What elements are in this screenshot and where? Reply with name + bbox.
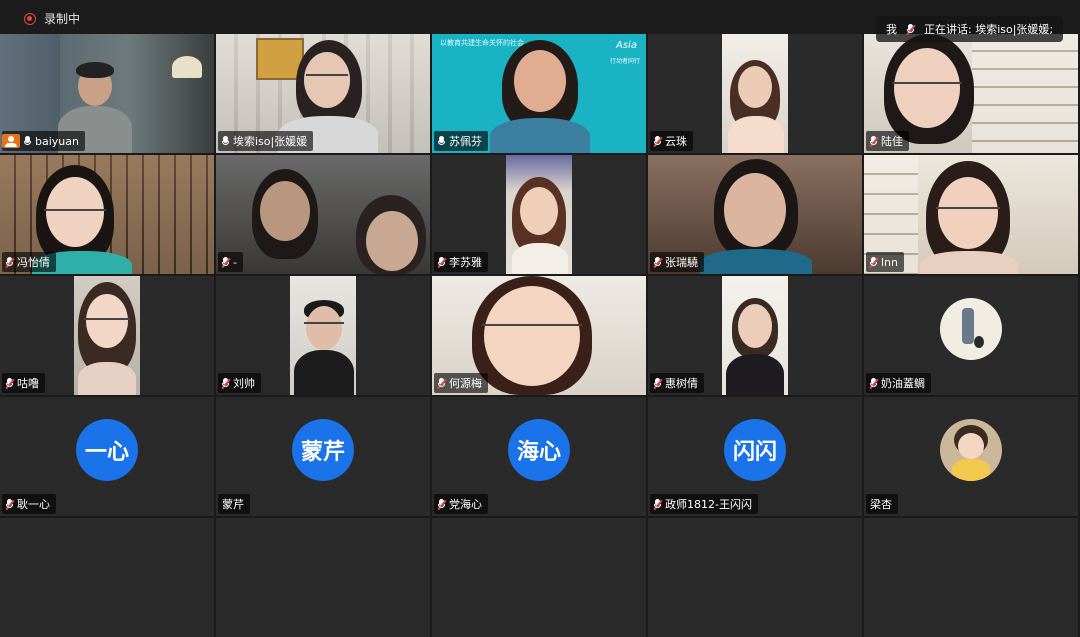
host-icon (2, 134, 20, 148)
participant-nameplate: 冯怡倩 (2, 252, 56, 272)
record-icon (24, 12, 36, 25)
video-tile-empty (216, 518, 430, 637)
video-tile-hui-shuqian[interactable]: 惠树倩 (648, 276, 862, 395)
participant-nameplate: 刘帅 (218, 373, 261, 393)
video-tile-lujia[interactable]: 陆佳 (864, 34, 1078, 153)
participant-nameplate: 党海心 (434, 494, 488, 514)
recording-label: 录制中 (44, 12, 81, 26)
video-tile-he-yuanmei[interactable]: 何源梅 (432, 276, 646, 395)
video-tile-dash[interactable]: - (216, 155, 430, 274)
participant-nameplate: 何源梅 (434, 373, 488, 393)
muted-mic-icon (653, 256, 663, 268)
video-tile-naiyou[interactable]: 奶油蓋鲷 (864, 276, 1078, 395)
video-tile-yunzhu[interactable]: 云珠 (648, 34, 862, 153)
participant-nameplate: baiyuan (2, 131, 85, 151)
video-tile-empty (432, 518, 646, 637)
participant-nameplate: 埃索iso|张媛媛 (218, 131, 314, 151)
participant-nameplate: 咕噜 (2, 373, 45, 393)
mic-icon (24, 135, 31, 147)
muted-mic-icon (221, 256, 231, 268)
muted-mic-icon (869, 256, 879, 268)
speaking-prefix: 我 (886, 23, 897, 36)
mic-icon (438, 135, 445, 147)
muted-mic-icon (5, 377, 15, 389)
participant-avatar: 闪闪 (724, 419, 786, 481)
participant-nameplate: - (218, 252, 243, 272)
participant-avatar: 蒙芹 (292, 419, 354, 481)
video-tile-empty (0, 518, 214, 637)
video-tile-empty (648, 518, 862, 637)
video-tile-meng-qin[interactable]: 蒙芹 蒙芹 (216, 397, 430, 516)
participant-nameplate: lnn (866, 252, 904, 272)
muted-mic-icon (437, 498, 447, 510)
active-speaker-banner: 我 正在讲话: 埃索iso|张媛媛; (876, 16, 1064, 42)
muted-mic-icon (653, 377, 663, 389)
participant-nameplate: 陆佳 (866, 131, 909, 151)
muted-mic-icon (437, 256, 447, 268)
participant-nameplate: 苏佩芬 (434, 131, 488, 151)
video-tile-geng-yixin[interactable]: 一心 耿一心 (0, 397, 214, 516)
muted-mic-icon (653, 135, 663, 147)
video-tile-empty (864, 518, 1078, 637)
participant-avatar: 一心 (76, 419, 138, 481)
muted-mic-icon (5, 498, 15, 510)
participant-nameplate: 惠树倩 (650, 373, 704, 393)
participant-nameplate: 梁杏 (866, 494, 898, 514)
video-tile-dang-haixin[interactable]: 海心 党海心 (432, 397, 646, 516)
video-grid: baiyuan 埃索iso|张媛媛 以教育共建生命关怀的社会 Asia 行动者同… (0, 34, 1080, 637)
participant-nameplate: 政师1812-王闪闪 (650, 494, 758, 514)
muted-mic-icon (869, 377, 879, 389)
video-tile-li-suya[interactable]: 李苏雅 (432, 155, 646, 274)
participant-avatar: 海心 (508, 419, 570, 481)
mic-icon (222, 135, 229, 147)
speaking-text: 正在讲话: 埃索iso|张媛媛; (924, 23, 1054, 36)
video-tile-liu-shuai[interactable]: 刘帅 (216, 276, 430, 395)
muted-mic-icon (869, 135, 879, 147)
participant-nameplate: 张瑞驍 (650, 252, 704, 272)
participant-avatar (940, 298, 1002, 360)
video-tile-lnn[interactable]: lnn (864, 155, 1078, 274)
video-tile-feng-yiqian[interactable]: 冯怡倩 (0, 155, 214, 274)
video-tile-zhang-ruixiao[interactable]: 张瑞驍 (648, 155, 862, 274)
participant-nameplate: 奶油蓋鲷 (866, 373, 931, 393)
muted-mic-icon (5, 256, 15, 268)
participant-nameplate: 李苏雅 (434, 252, 488, 272)
brand-logo-sub: 行动者同行 (610, 58, 641, 65)
participant-nameplate: 耿一心 (2, 494, 56, 514)
video-tile-wang-shanshan[interactable]: 闪闪 政师1812-王闪闪 (648, 397, 862, 516)
video-tile-liang-xing[interactable]: 梁杏 (864, 397, 1078, 516)
participant-nameplate: 蒙芹 (218, 494, 250, 514)
recording-indicator[interactable]: 录制中 (24, 10, 80, 27)
brand-logo: Asia (616, 40, 637, 51)
muted-mic-icon (221, 377, 231, 389)
participant-nameplate: 云珠 (650, 131, 693, 151)
muted-mic-icon (437, 377, 447, 389)
participant-avatar (940, 419, 1002, 481)
video-tile-gulu[interactable]: 咕噜 (0, 276, 214, 395)
video-tile-su-peifen[interactable]: 以教育共建生命关怀的社会 Asia 行动者同行 苏佩芬 (432, 34, 646, 153)
muted-mic-icon (653, 498, 663, 510)
video-tile-baiyuan[interactable]: baiyuan (0, 34, 214, 153)
video-tile-active-speaker[interactable]: 埃索iso|张媛媛 (216, 34, 430, 153)
muted-mic-icon (906, 23, 916, 35)
brand-tagline: 以教育共建生命关怀的社会 (440, 39, 524, 47)
